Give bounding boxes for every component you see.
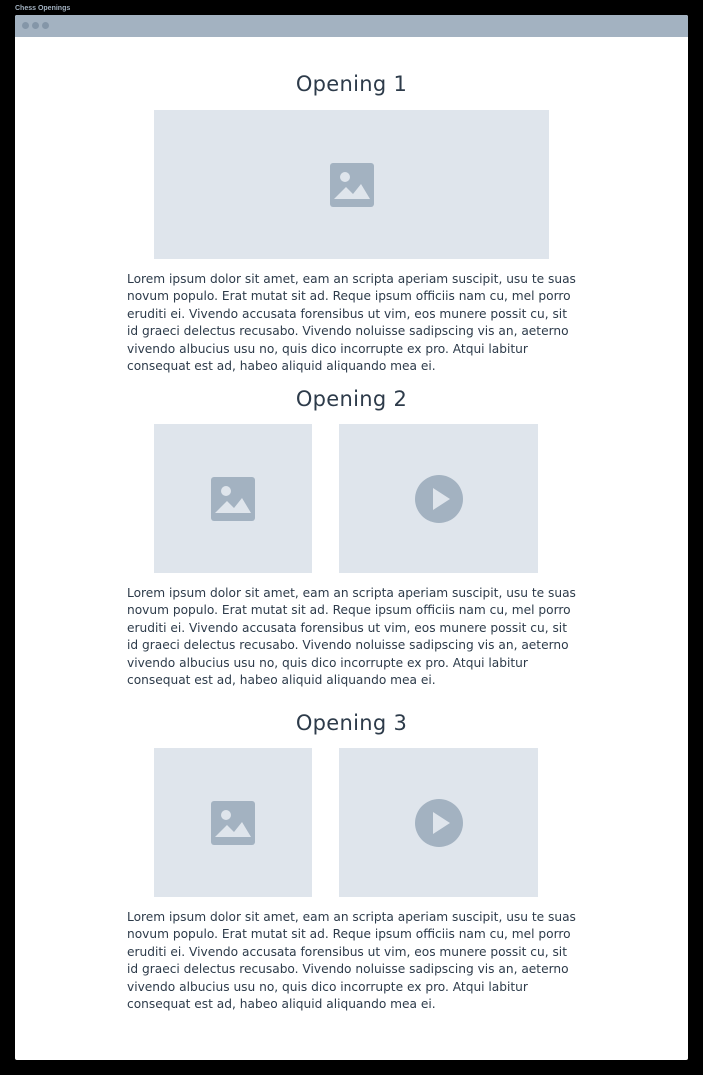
window-control-dot[interactable] [22,22,29,29]
image-placeholder[interactable] [154,110,549,259]
section-heading: Opening 1 [295,72,408,96]
video-placeholder[interactable] [339,424,538,573]
image-icon [211,800,255,845]
video-placeholder[interactable] [339,748,538,897]
section-heading: Opening 2 [295,387,408,411]
image-placeholder[interactable] [154,424,312,573]
play-icon[interactable] [414,474,463,523]
window-control-dot[interactable] [42,22,49,29]
browser-window: Opening 1 Lorem ipsum dolor sit amet, ea… [15,15,688,1060]
section-body: Lorem ipsum dolor sit amet, eam an scrip… [127,272,576,374]
window-titlebar[interactable] [15,15,688,37]
image-placeholder[interactable] [154,748,312,897]
window-title: Chess Openings [15,5,71,12]
section-body: Lorem ipsum dolor sit amet, eam an scrip… [127,910,576,1012]
image-icon [211,476,255,521]
play-icon[interactable] [414,798,463,847]
image-icon [329,162,374,207]
window-control-dot[interactable] [32,22,39,29]
section-body: Lorem ipsum dolor sit amet, eam an scrip… [127,586,576,688]
section-heading: Opening 3 [295,711,408,735]
